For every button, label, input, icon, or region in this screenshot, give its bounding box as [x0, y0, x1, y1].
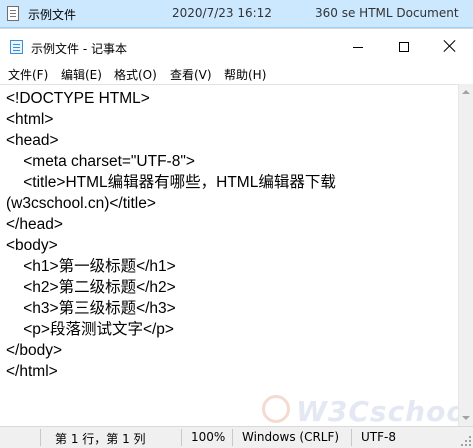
status-cursor-position: 第 1 行，第 1 列 [55, 432, 146, 446]
menu-view[interactable]: 查看(V) [170, 66, 212, 83]
minimize-button[interactable] [335, 29, 381, 64]
maximize-button[interactable] [381, 29, 427, 64]
code-line[interactable]: <p>段落测试文字</p> [6, 319, 336, 340]
file-name: 示例文件 [28, 8, 77, 22]
code-line[interactable]: (w3cschool.cn)</title> [6, 193, 336, 214]
status-line-ending: Windows (CRLF) [242, 430, 340, 444]
text-editor[interactable]: W3Cschool <!DOCTYPE HTML><html><head> <m… [0, 84, 458, 426]
code-line[interactable]: <meta charset="UTF-8"> [6, 151, 336, 172]
watermark-logo-icon [262, 395, 290, 423]
explorer-file-row[interactable]: 示例文件 2020/7/23 16:12 360 se HTML Documen… [0, 0, 473, 28]
notepad-window: 示例文件 - 记事本 文件(F) 编辑(E) 格式(O) 查看(V) 帮助(H)… [0, 28, 473, 448]
resize-grip-icon[interactable] [461, 436, 471, 446]
file-modified-date: 2020/7/23 16:12 [172, 6, 272, 20]
file-type: 360 se HTML Document [315, 6, 459, 20]
code-line[interactable]: <body> [6, 235, 336, 256]
minimize-icon [353, 47, 363, 48]
code-content[interactable]: <!DOCTYPE HTML> <html> <head> <meta charse… [6, 88, 336, 382]
code-line[interactable]: <h1>第一级标题</h1> [6, 256, 336, 277]
code-line[interactable]: <h3>第三级标题</h3> [6, 298, 336, 319]
notepad-icon [10, 40, 23, 54]
close-button[interactable] [427, 28, 473, 63]
code-line[interactable]: </head> [6, 214, 336, 235]
code-line[interactable]: </html> [6, 361, 336, 382]
status-divider [40, 429, 41, 446]
close-icon [444, 40, 456, 52]
code-line[interactable]: <!DOCTYPE HTML> [6, 88, 336, 109]
window-title: 示例文件 - 记事本 [31, 42, 127, 56]
menu-help[interactable]: 帮助(H) [224, 66, 266, 83]
menu-bar: 文件(F) 编辑(E) 格式(O) 查看(V) 帮助(H) [0, 64, 473, 84]
menu-format[interactable]: 格式(O) [114, 66, 157, 83]
code-line[interactable]: <html> [6, 109, 336, 130]
scroll-down-icon[interactable] [462, 416, 470, 420]
scroll-up-icon[interactable] [462, 90, 470, 94]
code-line[interactable]: <h2>第二级标题</h2> [6, 277, 336, 298]
code-line[interactable]: </body> [6, 340, 336, 361]
code-line[interactable]: <head> [6, 130, 336, 151]
status-divider [351, 429, 352, 446]
code-line[interactable]: <title>HTML编辑器有哪些，HTML编辑器下载 [6, 172, 336, 193]
menu-file[interactable]: 文件(F) [8, 66, 48, 83]
vertical-scrollbar[interactable] [458, 84, 473, 426]
status-zoom: 100% [191, 430, 226, 444]
status-bar: 第 1 行，第 1 列 100% Windows (CRLF) UTF-8 [0, 426, 473, 448]
status-divider [181, 429, 182, 446]
text-file-icon [7, 6, 19, 21]
status-encoding: UTF-8 [361, 430, 396, 444]
status-divider [232, 429, 233, 446]
menu-edit[interactable]: 编辑(E) [61, 66, 102, 83]
watermark-text: W3Cschool [296, 395, 458, 426]
maximize-icon [399, 42, 409, 52]
